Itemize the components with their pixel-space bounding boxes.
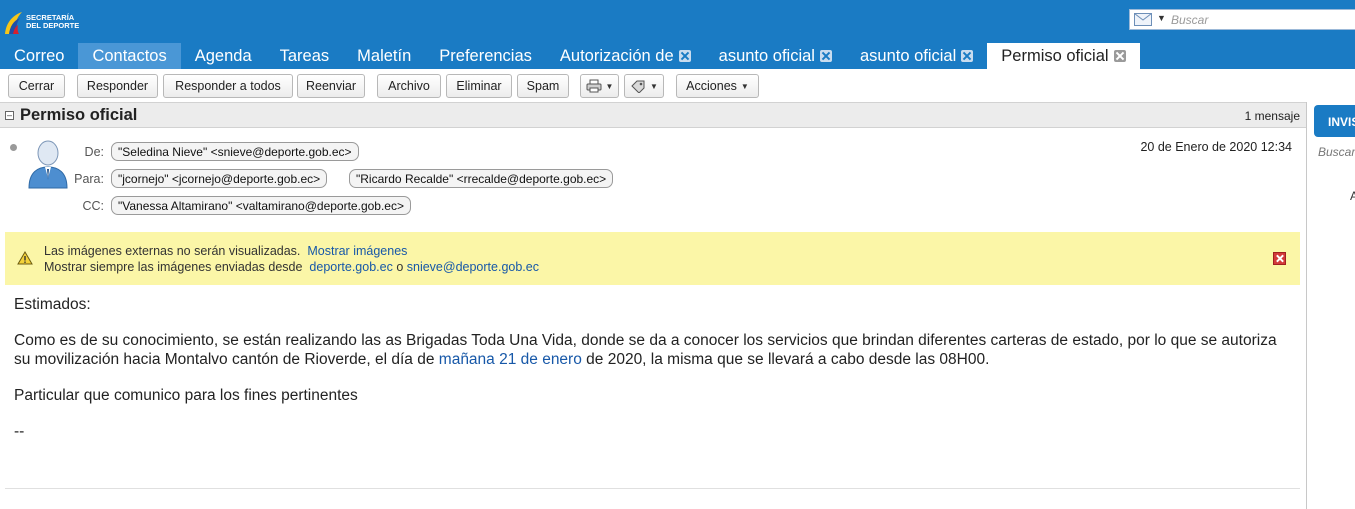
delete-button[interactable]: Eliminar	[446, 74, 512, 98]
actions-menu-button[interactable]: Acciones ▼	[676, 74, 759, 98]
always-show-domain-link[interactable]: deporte.gob.ec	[309, 260, 392, 274]
unread-status-dot	[10, 144, 17, 151]
warning-line-2: Mostrar siempre las imágenes enviadas de…	[44, 260, 539, 274]
tab-label: Correo	[14, 46, 65, 65]
search-input[interactable]	[1171, 11, 1351, 28]
close-tab-icon[interactable]	[678, 50, 691, 62]
reply-all-button[interactable]: Responder a todos	[163, 74, 293, 98]
printer-icon	[586, 79, 602, 93]
button-label: Archivo	[388, 79, 430, 93]
from-address-chip[interactable]: "Seledina Nieve" <snieve@deporte.gob.ec>	[111, 142, 359, 161]
close-tab-icon[interactable]	[961, 50, 974, 62]
button-label: Spam	[526, 79, 560, 93]
body-paragraph-2: Particular que comunico para los fines p…	[14, 387, 358, 404]
conversation-header: – Permiso oficial 1 mensaje	[0, 102, 1306, 128]
tab-label: Maletín	[357, 46, 412, 65]
tab-contactos[interactable]: Contactos	[78, 43, 181, 69]
divider	[5, 488, 1300, 489]
close-warning-icon[interactable]	[1273, 252, 1286, 265]
external-images-warning: Las imágenes externas no serán visualiza…	[5, 232, 1300, 285]
button-label: Cerrar	[18, 79, 55, 93]
chevron-down-icon: ▼	[605, 81, 614, 91]
mail-icon[interactable]	[1134, 13, 1152, 26]
app-tabs: Correo Contactos Agenda Tareas Maletín P…	[0, 43, 1140, 69]
tab-asunto-oficial-2[interactable]: asunto oficial	[846, 43, 987, 69]
forward-button[interactable]: Reenviar	[297, 74, 365, 98]
close-tab-icon[interactable]	[1113, 50, 1126, 62]
warning-text: Las imágenes externas no serán visualiza…	[44, 244, 301, 258]
tab-label: Contactos	[92, 46, 167, 65]
chevron-down-icon: ▼	[740, 81, 749, 91]
tab-agenda[interactable]: Agenda	[181, 43, 266, 69]
body-signature: --	[14, 423, 25, 440]
right-side-panel: INVIS Buscar A	[1308, 102, 1355, 509]
button-label: Reenviar	[305, 79, 357, 93]
logo-line-2: DEL DEPORTE	[26, 21, 80, 30]
message-count: 1 mensaje	[1244, 109, 1300, 123]
message-date: 20 de Enero de 2020 12:34	[1140, 140, 1292, 154]
tab-label: Autorización de	[559, 46, 674, 65]
message-toolbar: Cerrar Responder Responder a todos Reenv…	[0, 69, 1355, 102]
tab-asunto-oficial-1[interactable]: asunto oficial	[705, 43, 846, 69]
warning-text: Mostrar siempre las imágenes enviadas de…	[44, 260, 303, 274]
cc-address-chip[interactable]: "Vanessa Altamirano" <valtamirano@deport…	[111, 196, 411, 215]
date-link[interactable]: mañana 21 de enero	[439, 351, 582, 368]
app-header: SECRETARÍA DEL DEPORTE ▼ Correo Contacto…	[0, 0, 1355, 69]
tab-autorizacion[interactable]: Autorización de	[546, 43, 705, 69]
archive-button[interactable]: Archivo	[377, 74, 441, 98]
message-pane: – Permiso oficial 1 mensaje De: "Seledin…	[0, 102, 1307, 509]
cc-label: CC:	[82, 199, 104, 213]
body-paragraph-1: Como es de su conocimiento, se están rea…	[14, 331, 1294, 369]
close-button[interactable]: Cerrar	[8, 74, 65, 98]
button-label: Responder	[86, 79, 149, 93]
body-text: de 2020, la misma que se llevará a cabo …	[586, 351, 990, 368]
tab-maletin[interactable]: Maletín	[343, 43, 425, 69]
tab-permiso-oficial[interactable]: Permiso oficial	[987, 43, 1140, 69]
button-label: Responder a todos	[175, 79, 281, 93]
tab-label: Agenda	[194, 46, 252, 65]
side-panel-letter: A	[1350, 189, 1355, 203]
reply-button[interactable]: Responder	[77, 74, 158, 98]
always-show-sender-link[interactable]: snieve@deporte.gob.ec	[407, 260, 539, 274]
spam-button[interactable]: Spam	[517, 74, 569, 98]
body-greeting: Estimados:	[14, 296, 91, 313]
from-label: De:	[84, 145, 104, 159]
conversation-title: Permiso oficial	[20, 106, 138, 124]
tab-label: asunto oficial	[859, 46, 957, 65]
tab-preferencias[interactable]: Preferencias	[425, 43, 546, 69]
warning-line-1: Las imágenes externas no serán visualiza…	[44, 244, 407, 258]
show-images-link[interactable]: Mostrar imágenes	[307, 244, 407, 258]
to-address-chip[interactable]: "jcornejo" <jcornejo@deporte.gob.ec>	[111, 169, 328, 188]
chevron-down-icon: ▼	[650, 81, 658, 91]
button-label: Acciones	[686, 79, 737, 93]
button-label: Eliminar	[456, 79, 502, 93]
search-type-dropdown-icon[interactable]: ▼	[1157, 13, 1166, 23]
tab-tareas[interactable]: Tareas	[266, 43, 344, 69]
side-search-placeholder[interactable]: Buscar	[1318, 145, 1355, 159]
collapse-icon[interactable]: –	[5, 111, 14, 120]
tab-label: Permiso oficial	[1001, 46, 1109, 65]
invite-button[interactable]: INVIS	[1314, 105, 1355, 137]
tab-label: Preferencias	[439, 46, 532, 65]
tab-label: asunto oficial	[718, 46, 815, 65]
to-label: Para:	[74, 172, 104, 186]
close-tab-icon[interactable]	[819, 50, 832, 62]
warning-or-text: o	[396, 260, 404, 274]
ecuador-flag-icon	[5, 12, 22, 34]
warning-icon	[17, 251, 33, 265]
message-body: Estimados: Como es de su conocimiento, s…	[14, 295, 1294, 441]
to-address-chip[interactable]: "Ricardo Recalde" <rrecalde@deporte.gob.…	[349, 169, 614, 188]
tag-menu-button[interactable]: ▼	[624, 74, 664, 98]
print-menu-button[interactable]: ▼	[580, 74, 619, 98]
search-box[interactable]: ▼	[1129, 9, 1355, 30]
tag-icon	[631, 80, 645, 93]
secretaria-deporte-logo[interactable]: SECRETARÍA DEL DEPORTE	[0, 4, 84, 38]
tab-correo[interactable]: Correo	[0, 43, 78, 69]
logo-text: SECRETARÍA DEL DEPORTE	[26, 14, 86, 30]
tab-label: Tareas	[279, 46, 330, 65]
